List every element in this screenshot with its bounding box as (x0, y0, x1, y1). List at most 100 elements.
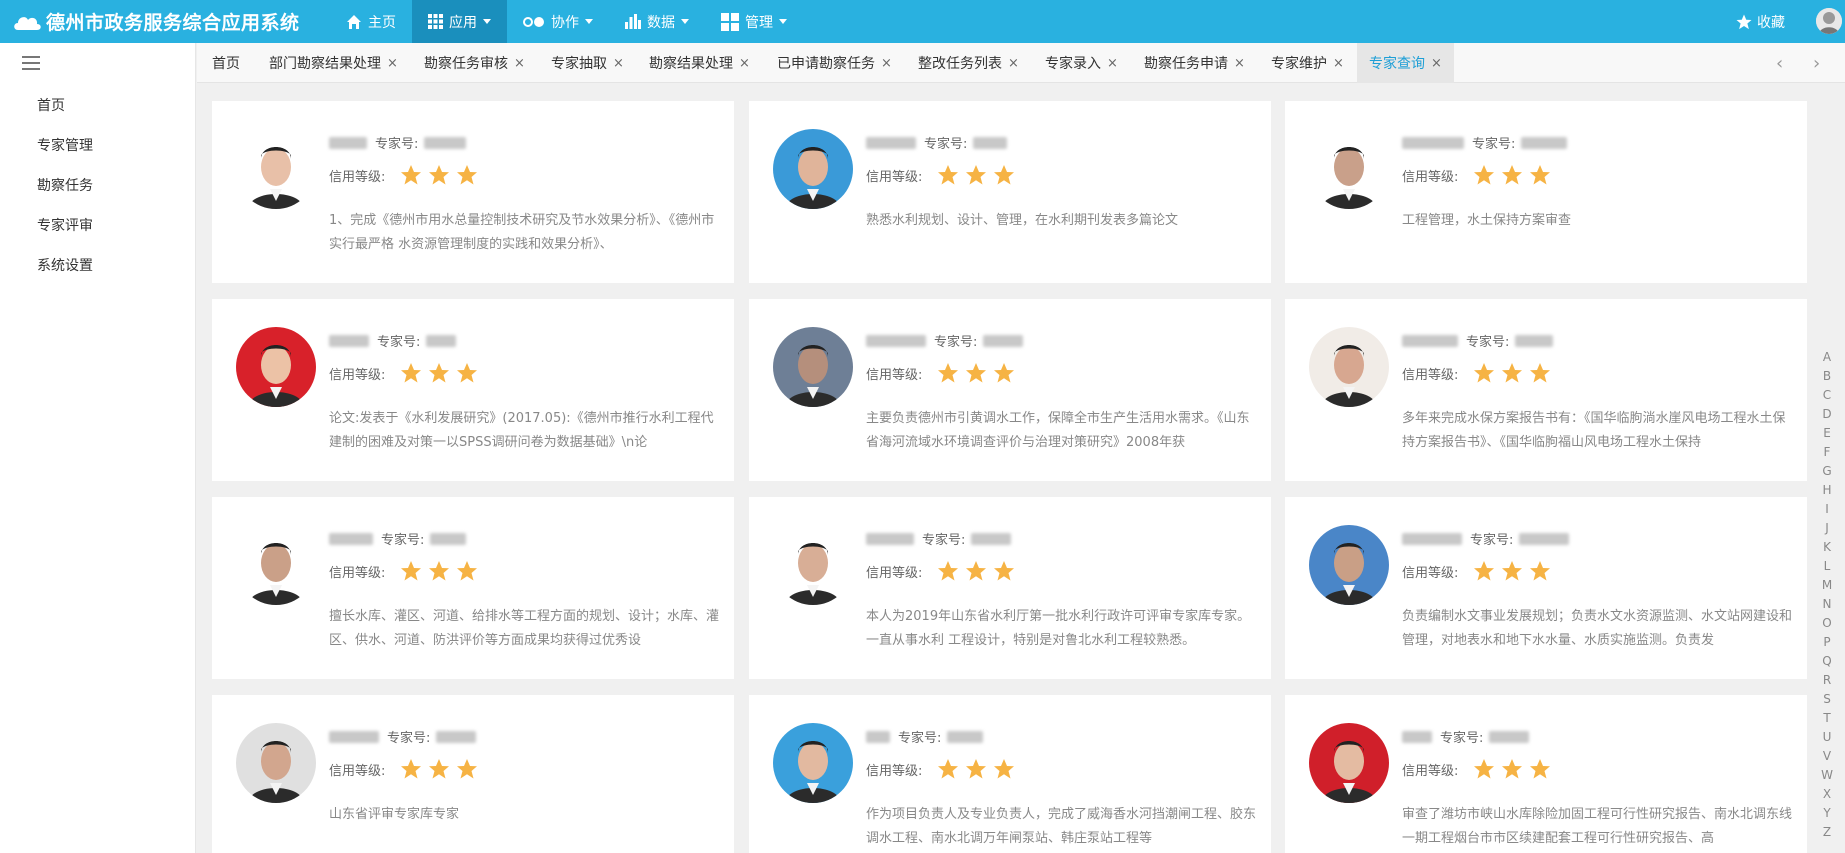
credit-label: 信用等级: (1402, 565, 1459, 581)
redacted-expert-no (973, 136, 1008, 149)
star-icon (938, 561, 959, 581)
alphabet-letter[interactable]: E (1817, 424, 1837, 443)
alphabet-letter[interactable]: V (1817, 747, 1837, 766)
expert-card[interactable]: 专家号: 信用等级: 擅长水库、灌区、河道、给排水等工程方面的规划、设计；水库、灌区… (212, 497, 734, 679)
expert-avatar (1309, 525, 1389, 605)
alphabet-letter[interactable]: Y (1817, 804, 1837, 823)
chevron-down-icon (681, 19, 689, 24)
alphabet-letter[interactable]: O (1817, 614, 1837, 633)
sidebar-item-home[interactable]: 首页 (37, 95, 65, 115)
app-brand[interactable]: 德州市政务服务综合应用系统 (12, 0, 300, 43)
menu-admin[interactable]: 管理 (705, 0, 803, 43)
alphabet-letter[interactable]: L (1817, 557, 1837, 576)
alphabet-letter[interactable]: K (1817, 538, 1837, 557)
credit-rating: 信用等级: (1402, 361, 1556, 385)
tab-scroll-right-icon[interactable]: › (1813, 53, 1820, 74)
close-icon[interactable]: × (387, 56, 398, 71)
expert-card[interactable]: 专家号: 信用等级: 主要负责德州市引黄调水工作，保障全市生产生活用水需求。《山东省… (749, 299, 1271, 481)
alphabet-letter[interactable]: R (1817, 671, 1837, 690)
alphabet-letter[interactable]: A (1817, 348, 1837, 367)
alphabet-letter[interactable]: Z (1817, 823, 1837, 842)
tab-survey-task-review[interactable]: 勘察任务审核 × (424, 43, 525, 83)
expert-avatar (773, 525, 853, 605)
sidebar-item-system-settings[interactable]: 系统设置 (37, 255, 93, 275)
sidebar-item-expert-review[interactable]: 专家评审 (37, 215, 93, 235)
close-icon[interactable]: × (881, 56, 892, 71)
star-icon (429, 561, 450, 581)
alphabet-letter[interactable]: C (1817, 386, 1837, 405)
tab-survey-results[interactable]: 勘察结果处理 × (649, 43, 750, 83)
expert-no-label: 专家号: (1470, 533, 1514, 548)
credit-rating: 信用等级: (866, 559, 1020, 583)
close-icon[interactable]: × (514, 56, 525, 71)
user-avatar[interactable] (1816, 8, 1842, 34)
menu-data[interactable]: 数据 (609, 0, 705, 43)
redacted-expert-no (971, 532, 1012, 545)
alphabet-letter[interactable]: W (1817, 766, 1837, 785)
tab-expert-entry[interactable]: 专家录入 × (1045, 43, 1118, 83)
credit-rating: 信用等级: (1402, 559, 1556, 583)
alphabet-letter[interactable]: N (1817, 595, 1837, 614)
redacted-expert-no (1521, 136, 1568, 149)
close-icon[interactable]: × (1431, 56, 1442, 71)
alphabet-letter[interactable]: J (1817, 519, 1837, 538)
menu-toggle-icon[interactable] (22, 56, 40, 70)
alphabet-letter[interactable]: X (1817, 785, 1837, 804)
menu-collab[interactable]: 协作 (507, 0, 609, 43)
close-icon[interactable]: × (1008, 56, 1019, 71)
alphabet-letter[interactable]: T (1817, 709, 1837, 728)
close-icon[interactable]: × (613, 56, 624, 71)
alphabet-letter[interactable]: D (1817, 405, 1837, 424)
star-icon (1530, 759, 1551, 779)
alphabet-letter[interactable]: P (1817, 633, 1837, 652)
expert-description: 山东省评审专家库专家 (329, 807, 460, 822)
expert-description: 作为项目负责人及专业负责人，完成了威海香水河挡潮闸工程、胶东调水工程、南水北调万… (866, 807, 1256, 846)
expert-card[interactable]: 专家号: 信用等级: 本人为2019年山东省水利厅第一批水利行政许可评审专家库专家。… (749, 497, 1271, 679)
expert-card[interactable]: 专家号: 信用等级: 工程管理，水土保持方案审查 (1285, 101, 1807, 283)
expert-card[interactable]: 专家号: 信用等级: 论文:发表于《水利发展研究》(2017.05):《德州市推行水… (212, 299, 734, 481)
redacted-expert-no (426, 334, 457, 347)
expert-card[interactable]: 专家号: 信用等级: 1、完成《德州市用水总量控制技术研究及节水效果分析》、《德州市… (212, 101, 734, 283)
close-icon[interactable]: × (1234, 56, 1245, 71)
tab-expert-draw[interactable]: 专家抽取 × (551, 43, 624, 83)
alphabet-letter[interactable]: H (1817, 481, 1837, 500)
expert-card[interactable]: 专家号: 信用等级: 负责编制水文事业发展规划；负责水文水资源监测、水文站网建设和管… (1285, 497, 1807, 679)
tab-scroll-left-icon[interactable]: ‹ (1776, 53, 1783, 74)
redacted-expert-no (1489, 730, 1530, 743)
expert-description: 本人为2019年山东省水利厅第一批水利行政许可评审专家库专家。一直从事水利 工程… (866, 609, 1251, 648)
alphabet-letter[interactable]: S (1817, 690, 1837, 709)
alphabet-index: ABCDEFGHIJKLMNOPQRSTUVWXYZ (1817, 348, 1837, 842)
alphabet-letter[interactable]: I (1817, 500, 1837, 519)
alphabet-letter[interactable]: B (1817, 367, 1837, 386)
close-icon[interactable]: × (1333, 56, 1344, 71)
tab-rectification-tasks[interactable]: 整改任务列表 × (918, 43, 1019, 83)
expert-avatar (236, 525, 316, 605)
credit-stars (399, 361, 483, 385)
credit-stars (1472, 757, 1556, 781)
expert-card[interactable]: 专家号: 信用等级: 审查了潍坊市峡山水库除险加固工程可行性研究报告、南水北调东线一… (1285, 695, 1807, 853)
alphabet-letter[interactable]: F (1817, 443, 1837, 462)
sidebar-item-survey-tasks[interactable]: 勘察任务 (37, 175, 93, 195)
tab-survey-task-apply[interactable]: 勘察任务申请 × (1144, 43, 1245, 83)
credit-label: 信用等级: (866, 763, 923, 779)
expert-card[interactable]: 专家号: 信用等级: 作为项目负责人及专业负责人，完成了威海香水河挡潮闸工程、胶东调… (749, 695, 1271, 853)
tab-applied-survey-tasks[interactable]: 已申请勘察任务 × (777, 43, 892, 83)
alphabet-letter[interactable]: U (1817, 728, 1837, 747)
expert-no-label: 专家号: (924, 137, 968, 152)
close-icon[interactable]: × (1107, 56, 1118, 71)
tab-expert-query[interactable]: 专家查询 × (1357, 43, 1454, 83)
favorites-button[interactable]: 收藏 (1735, 0, 1785, 43)
menu-home[interactable]: 主页 (330, 0, 412, 43)
expert-card[interactable]: 专家号: 信用等级: 多年来完成水保方案报告书有：《国华临朐淌水崖风电场工程水土保持… (1285, 299, 1807, 481)
alphabet-letter[interactable]: G (1817, 462, 1837, 481)
alphabet-letter[interactable]: Q (1817, 652, 1837, 671)
tab-home[interactable]: 首页 (212, 43, 240, 83)
expert-card[interactable]: 专家号: 信用等级: 山东省评审专家库专家 (212, 695, 734, 853)
sidebar-item-expert-management[interactable]: 专家管理 (37, 135, 93, 155)
expert-card[interactable]: 专家号: 信用等级: 熟悉水利规划、设计、管理，在水利期刊发表多篇论文 (749, 101, 1271, 283)
alphabet-letter[interactable]: M (1817, 576, 1837, 595)
tab-dept-survey-results[interactable]: 部门勘察结果处理 × (269, 43, 398, 83)
close-icon[interactable]: × (739, 56, 750, 71)
menu-apps[interactable]: 应用 (412, 0, 507, 43)
tab-expert-maintenance[interactable]: 专家维护 × (1271, 43, 1344, 83)
